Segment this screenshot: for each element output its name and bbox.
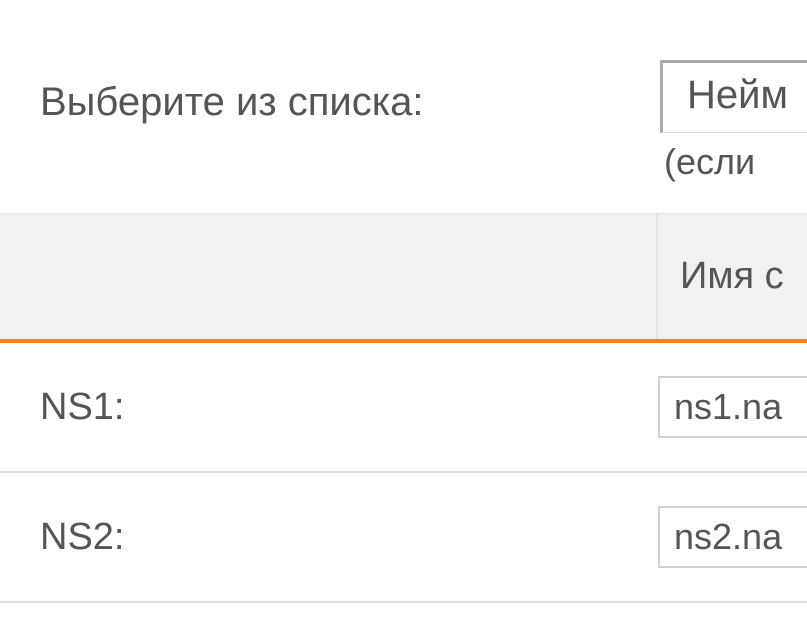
- table-header-servername: Имя с: [658, 255, 807, 298]
- table-header-left: [0, 214, 658, 339]
- dropdown-hint: (если: [660, 133, 807, 183]
- select-section: Выберите из списка: Нейм (если: [0, 0, 807, 213]
- table-header: Имя с: [0, 213, 807, 343]
- ns1-input[interactable]: [658, 376, 807, 438]
- ns1-label: NS1:: [40, 386, 658, 429]
- table-row: NS2:: [0, 473, 807, 603]
- dropdown-area: Нейм (если: [660, 30, 807, 183]
- table-row: NS1:: [0, 343, 807, 473]
- ns2-input[interactable]: [658, 506, 807, 568]
- ns1-input-wrap: [658, 376, 807, 438]
- ns2-label: NS2:: [40, 516, 658, 559]
- ns2-input-wrap: [658, 506, 807, 568]
- nameserver-dropdown[interactable]: Нейм: [660, 60, 807, 133]
- select-from-list-label: Выберите из списка:: [40, 30, 660, 125]
